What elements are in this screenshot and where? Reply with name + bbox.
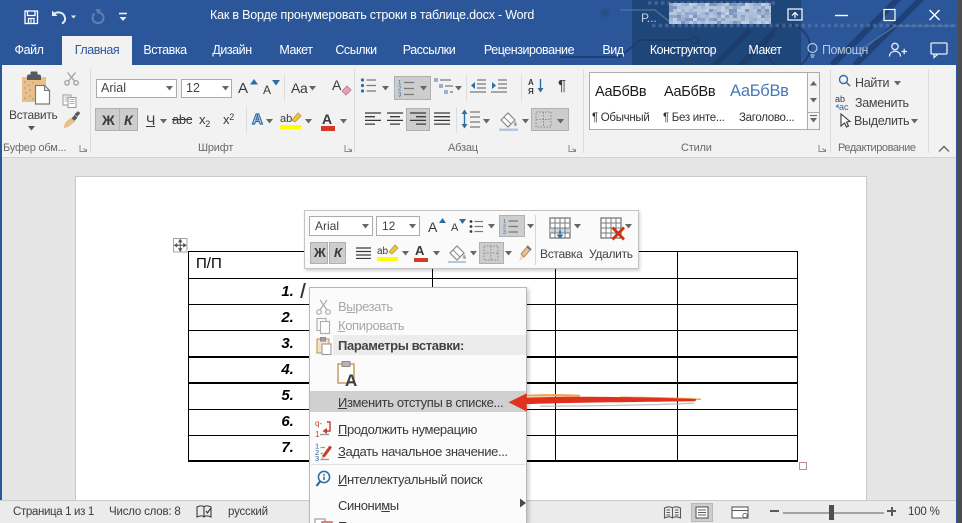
svg-text:1: 1 (315, 430, 320, 438)
svg-text:ab: ab (280, 113, 292, 125)
svg-text:A: A (345, 371, 357, 390)
svg-text:3: 3 (398, 93, 402, 98)
svg-text:Я: Я (528, 87, 534, 95)
svg-text:ab: ab (377, 246, 389, 257)
svg-text:А: А (528, 78, 534, 87)
svg-text:3: 3 (503, 230, 506, 234)
svg-text:3: 3 (315, 454, 319, 461)
svg-text:q-: q- (315, 419, 322, 428)
svg-text:ac: ac (839, 102, 849, 110)
